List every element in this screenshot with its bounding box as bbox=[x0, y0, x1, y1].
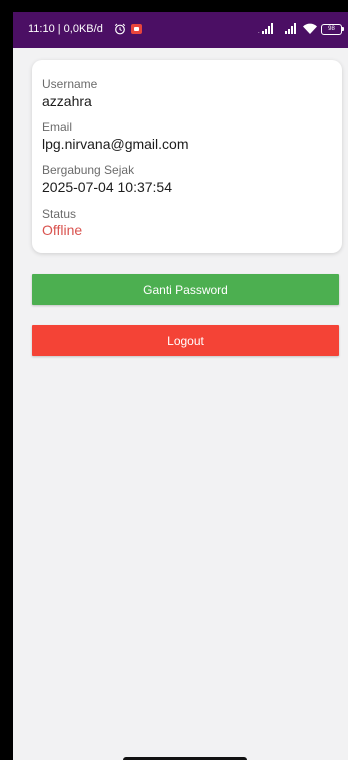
battery-tip bbox=[342, 27, 344, 31]
status-time: 11:10 | 0,0KB/d bbox=[28, 23, 103, 35]
battery-icon: 98 bbox=[321, 24, 342, 35]
status-label: Status bbox=[42, 207, 77, 221]
username-value: azzahra bbox=[42, 93, 92, 109]
alarm-icon bbox=[114, 23, 126, 35]
logout-button[interactable]: Logout bbox=[32, 325, 339, 356]
username-label: Username bbox=[42, 77, 98, 91]
status-value: Offline bbox=[42, 222, 83, 238]
status-bar: 11:10 | 0,0KB/d . 98 bbox=[13, 12, 348, 48]
profile-card: Username azzahra Email lpg.nirvana@gmail… bbox=[32, 60, 342, 253]
wifi-icon bbox=[303, 23, 317, 34]
signal-strength-icon-2 bbox=[285, 23, 296, 34]
joined-value: 2025-07-04 10:37:54 bbox=[42, 179, 172, 195]
email-value: lpg.nirvana@gmail.com bbox=[42, 136, 189, 152]
screen-record-icon bbox=[131, 24, 142, 34]
joined-label: Bergabung Sejak bbox=[42, 163, 135, 177]
app-screen: 11:10 | 0,0KB/d . 98 Username azzahra Em… bbox=[13, 12, 348, 760]
change-password-button[interactable]: Ganti Password bbox=[32, 274, 339, 305]
svg-text:.: . bbox=[258, 29, 260, 35]
email-label: Email bbox=[42, 120, 73, 134]
signal-strength-icon: . bbox=[258, 23, 273, 35]
